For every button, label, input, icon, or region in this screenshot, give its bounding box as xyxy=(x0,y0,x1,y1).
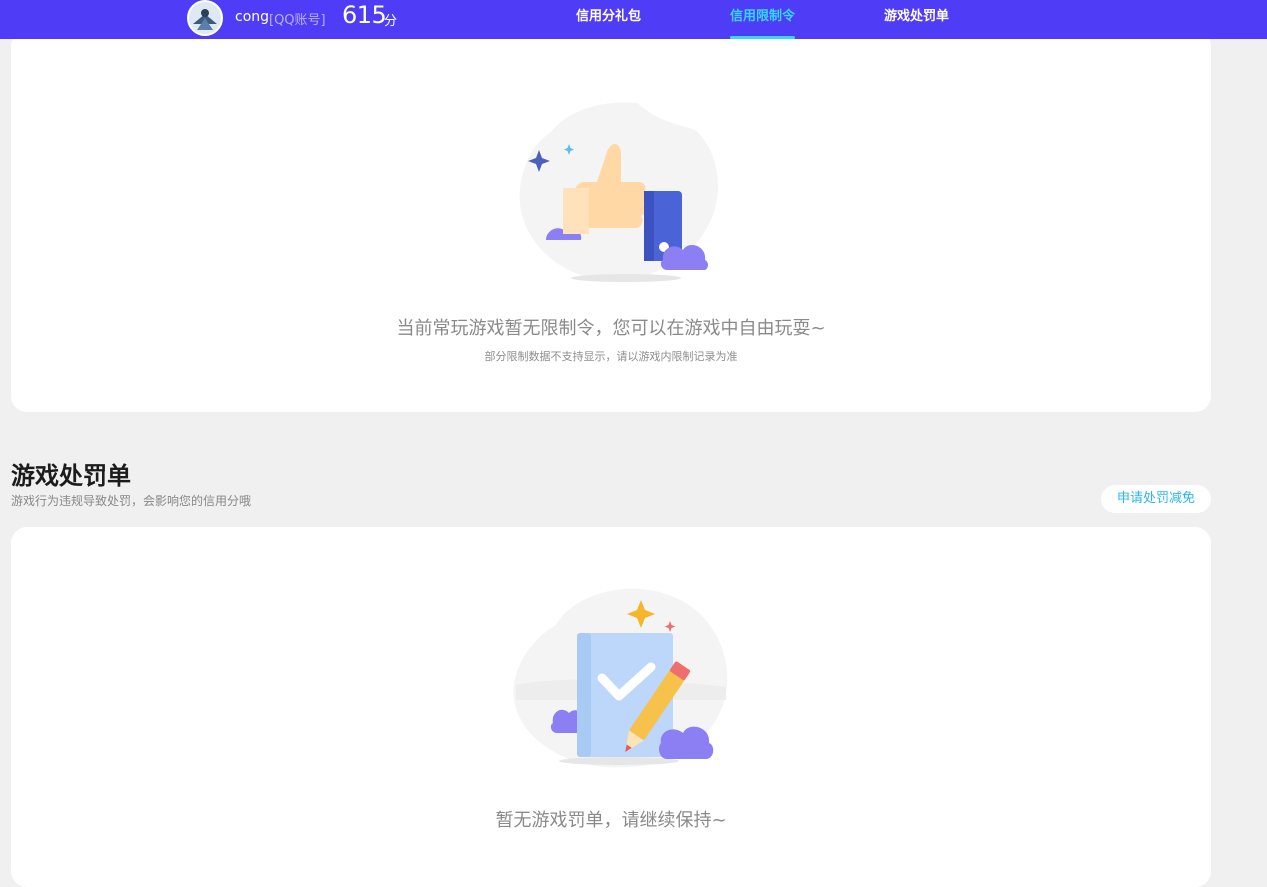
credit-score-value: 615 xyxy=(342,1,387,29)
restriction-note: 部分限制数据不支持显示，请以游戏内限制记录为准 xyxy=(484,350,738,363)
document-pencil-illustration-icon xyxy=(513,588,728,768)
no-restriction-message: 当前常玩游戏暂无限制令，您可以在游戏中自由玩耍~ xyxy=(396,318,826,339)
apply-penalty-reduction-button[interactable]: 申请处罚减免 xyxy=(1101,485,1211,513)
section-title-penalty: 游戏处罚单 xyxy=(11,462,131,490)
no-penalty-message: 暂无游戏罚单，请继续保持~ xyxy=(495,810,727,831)
account-type-label: [QQ账号] xyxy=(269,13,326,28)
tab-credit-gift[interactable]: 信用分礼包 xyxy=(576,0,641,39)
restriction-card: 当前常玩游戏暂无限制令，您可以在游戏中自由玩耍~ 部分限制数据不支持显示，请以游… xyxy=(11,30,1211,412)
section-description-penalty: 游戏行为违规导致处罚，会影响您的信用分哦 xyxy=(11,494,252,508)
avatar[interactable] xyxy=(187,0,223,36)
penalty-card: 暂无游戏罚单，请继续保持~ xyxy=(11,527,1211,887)
credit-score-unit: 分 xyxy=(384,14,398,29)
tab-game-penalty[interactable]: 游戏处罚单 xyxy=(884,0,949,39)
top-nav-bar: cong [QQ账号] 615 分 信用分礼包 信用限制令 游戏处罚单 xyxy=(0,0,1267,39)
tab-credit-restriction[interactable]: 信用限制令 xyxy=(730,0,796,39)
user-name: cong xyxy=(235,9,270,25)
thumbs-up-illustration-icon xyxy=(519,97,718,282)
